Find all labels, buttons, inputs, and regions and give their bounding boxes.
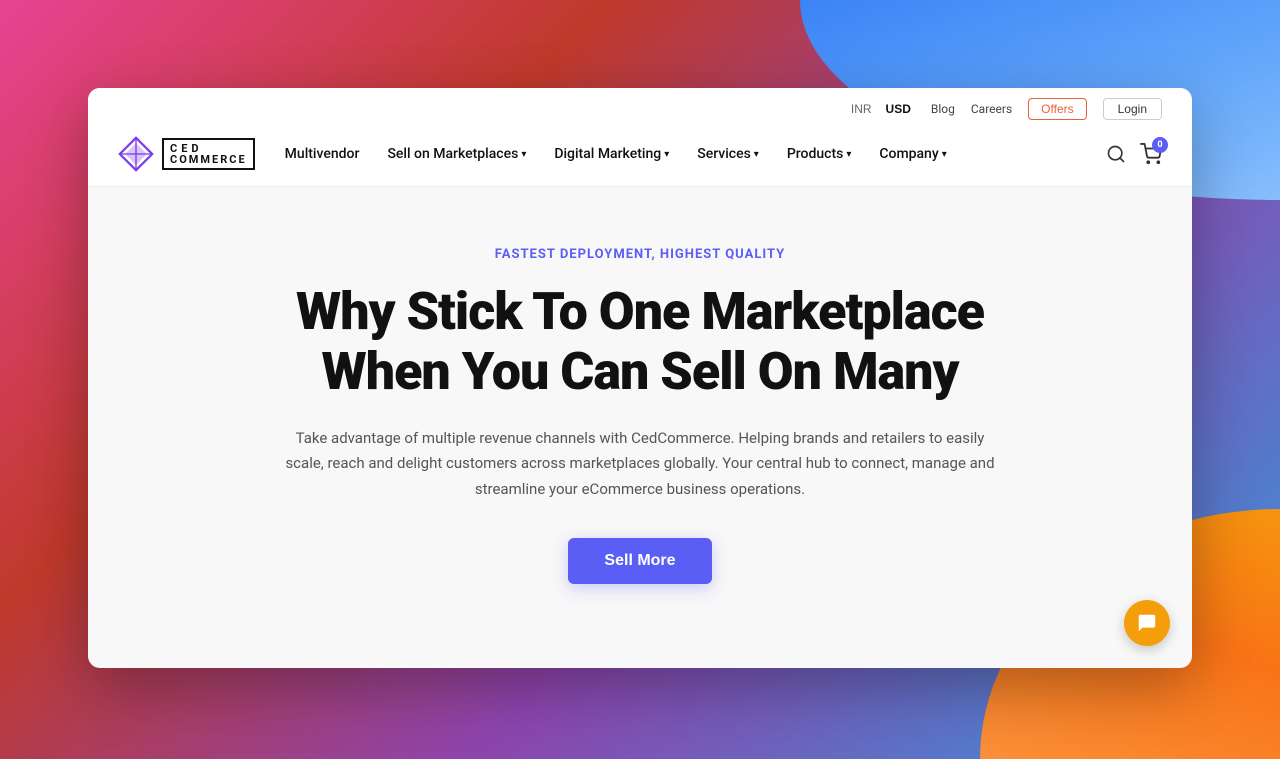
logo-text-bottom: COMMERCE (170, 154, 247, 165)
currency-usd[interactable]: USD (882, 100, 915, 118)
logo[interactable]: CED COMMERCE (118, 136, 255, 172)
hero-tag: FASTEST DEPLOYMENT, HIGHEST QUALITY (230, 247, 1050, 262)
sell-more-button[interactable]: Sell More (568, 538, 711, 584)
hero-section: FASTEST DEPLOYMENT, HIGHEST QUALITY Why … (190, 187, 1090, 624)
chevron-down-icon: ▾ (664, 149, 669, 160)
careers-link[interactable]: Careers (971, 102, 1012, 116)
main-card: INR USD Blog Careers Offers Login (88, 88, 1192, 668)
nav-icon-group: 0 (1106, 143, 1162, 165)
site-header: INR USD Blog Careers Offers Login (88, 88, 1192, 187)
nav-company[interactable]: Company ▾ (879, 146, 946, 162)
hero-description: Take advantage of multiple revenue chann… (280, 426, 1000, 503)
chevron-down-icon: ▾ (942, 149, 947, 160)
blog-link[interactable]: Blog (931, 102, 955, 116)
main-nav: Multivendor Sell on Marketplaces ▾ Digit… (285, 146, 1106, 162)
hero-title: Why Stick To One Marketplace When You Ca… (230, 282, 1050, 402)
search-icon (1106, 144, 1126, 164)
logo-icon (118, 136, 154, 172)
login-button[interactable]: Login (1103, 98, 1162, 120)
nav-services[interactable]: Services ▾ (697, 146, 759, 162)
nav-products[interactable]: Products ▾ (787, 146, 852, 162)
search-button[interactable] (1106, 144, 1126, 164)
offers-button[interactable]: Offers (1028, 98, 1086, 120)
chevron-down-icon: ▾ (521, 149, 526, 160)
chat-bubble[interactable] (1124, 600, 1170, 646)
chat-icon (1136, 612, 1158, 634)
chevron-down-icon: ▾ (846, 149, 851, 160)
currency-inr[interactable]: INR (847, 100, 876, 118)
nav-digital-marketing[interactable]: Digital Marketing ▾ (554, 146, 669, 162)
header-main-bar: CED COMMERCE Multivendor Sell on Marketp… (118, 126, 1162, 186)
cart-badge: 0 (1152, 137, 1168, 153)
chevron-down-icon: ▾ (754, 149, 759, 160)
currency-switcher: INR USD (847, 100, 915, 118)
cart-wrapper: 0 (1140, 143, 1162, 165)
logo-text-box: CED COMMERCE (162, 138, 255, 170)
nav-multivendor[interactable]: Multivendor (285, 146, 360, 162)
header-top-bar: INR USD Blog Careers Offers Login (118, 88, 1162, 126)
nav-sell-on-marketplaces[interactable]: Sell on Marketplaces ▾ (387, 146, 526, 162)
